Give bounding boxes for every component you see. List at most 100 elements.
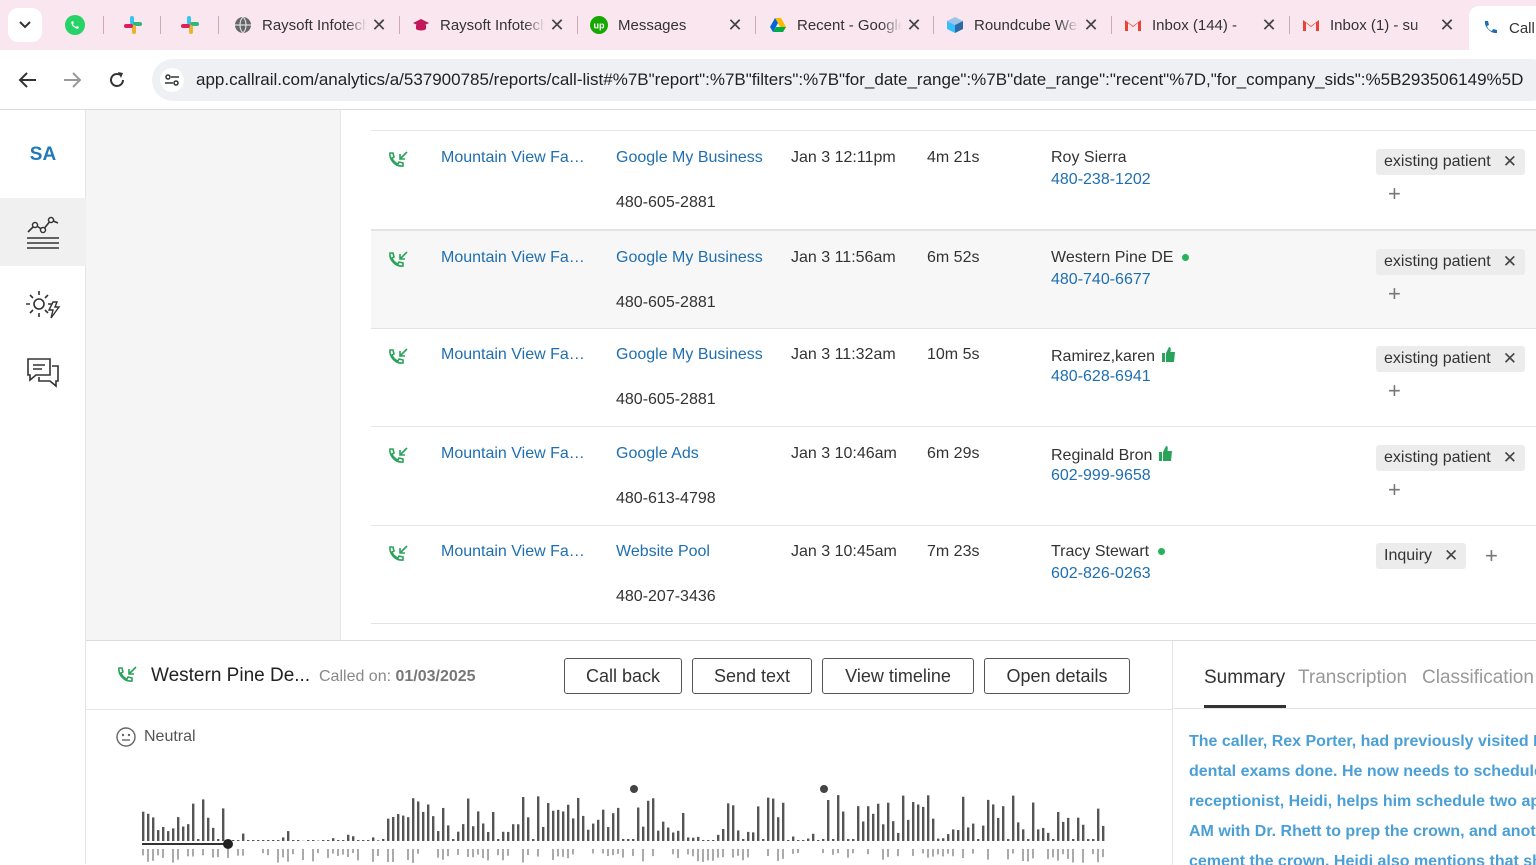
playhead-handle[interactable] [223, 839, 233, 849]
waveform-bar [602, 849, 604, 854]
waveform-bar [1022, 849, 1024, 861]
waveform-bar [1057, 849, 1059, 861]
add-tag-icon[interactable]: + [1388, 477, 1401, 503]
url-field[interactable]: app.callrail.com/analytics/a/537900785/r… [152, 59, 1536, 101]
close-tab-icon[interactable]: ✕ [1257, 15, 1281, 36]
caller-phone-link[interactable]: 602-999-9658 [1051, 467, 1151, 485]
source-link[interactable]: Google My Business [616, 346, 763, 364]
close-tab-icon[interactable]: ✕ [723, 15, 747, 36]
tab-search-button[interactable] [8, 8, 42, 42]
tag-label: existing patient [1384, 449, 1491, 467]
browser-tab[interactable]: Inbox (1) - su ✕ [1290, 6, 1465, 44]
table-row[interactable]: Mountain View Fa…Google My Business480-6… [371, 131, 1536, 230]
sidebar-item-settings[interactable] [0, 270, 86, 338]
waveform-bar [552, 811, 554, 841]
waveform-bar [272, 840, 274, 841]
account-initials[interactable]: SA [0, 144, 86, 166]
call-insights-pane: Summary Transcription Classification The… [1172, 641, 1536, 865]
browser-tab[interactable]: Inbox (144) - ✕ [1112, 6, 1287, 44]
add-tag-icon[interactable]: + [1388, 281, 1401, 307]
source-link[interactable]: Google My Business [616, 149, 763, 167]
company-link[interactable]: Mountain View Fa… [441, 445, 585, 463]
close-tab-icon[interactable]: ✕ [1435, 15, 1459, 36]
waveform-bar [867, 806, 869, 841]
waveform-bar [687, 837, 689, 841]
waveform-bar [1037, 829, 1039, 841]
call-back-button[interactable]: Call back [564, 658, 682, 694]
remove-tag-icon[interactable]: ✕ [1503, 152, 1517, 172]
waveform-bar [312, 849, 314, 861]
source-link[interactable]: Google Ads [616, 445, 699, 463]
table-row[interactable]: Mountain View Fa…Google Ads480-613-4798J… [371, 427, 1536, 526]
browser-tab[interactable]: Raysoft Infotech ✕ [222, 6, 397, 44]
reload-button[interactable] [101, 64, 133, 96]
waveform-bar [402, 816, 404, 841]
table-row[interactable]: Mountain View Fa…Google My Business480-6… [371, 230, 1536, 329]
company-link[interactable]: Mountain View Fa… [441, 149, 585, 167]
waveform-bar [887, 849, 889, 857]
waveform-bar [232, 840, 234, 841]
company-link[interactable]: Mountain View Fa… [441, 249, 585, 267]
waveform-bar [1097, 849, 1099, 862]
waveform-bar [937, 839, 939, 841]
caller-name-cell: Reginald Bron [1051, 445, 1173, 465]
close-tab-icon[interactable]: ✕ [902, 15, 926, 36]
tab-summary[interactable]: Summary [1204, 667, 1285, 689]
caller-phone-link[interactable]: 480-740-6677 [1051, 271, 1151, 289]
remove-tag-icon[interactable]: ✕ [1444, 546, 1458, 566]
waveform-bar [962, 797, 964, 841]
source-link[interactable]: Google My Business [616, 249, 763, 267]
remove-tag-icon[interactable]: ✕ [1503, 349, 1517, 369]
sidebar-item-analytics[interactable] [0, 198, 86, 266]
remove-tag-icon[interactable]: ✕ [1503, 448, 1517, 468]
waveform-bar [247, 840, 249, 841]
remove-tag-icon[interactable]: ✕ [1503, 252, 1517, 272]
close-tab-icon[interactable]: ✕ [545, 15, 569, 36]
tab-title: Messages [618, 17, 723, 34]
tag-chip: existing patient✕ [1376, 149, 1525, 175]
table-row[interactable]: Mountain View Fa… Google My Business 480-6… [371, 328, 1536, 427]
forward-button[interactable] [56, 64, 88, 96]
company-link[interactable]: Mountain View Fa… [441, 346, 585, 364]
waveform-bar [812, 834, 814, 841]
add-tag-icon[interactable]: + [1485, 543, 1498, 569]
close-tab-icon[interactable]: ✕ [1079, 15, 1103, 36]
waveform-bar [417, 849, 419, 854]
browser-tab-active[interactable]: Call [1469, 6, 1536, 50]
caller-name-cell: Ramirez,karen [1051, 346, 1176, 366]
company-link[interactable]: Mountain View Fa… [441, 543, 585, 561]
tab-title: Call [1509, 20, 1536, 37]
waveform-bar [497, 839, 499, 841]
audio-waveform[interactable] [142, 781, 1152, 865]
caller-phone-link[interactable]: 480-628-6941 [1051, 368, 1151, 386]
browser-tab[interactable]: up Messages ✕ [578, 6, 753, 44]
source-link[interactable]: Website Pool [616, 543, 710, 561]
add-tag-icon[interactable]: + [1388, 181, 1401, 207]
pinned-tab-slack-2[interactable] [177, 12, 203, 38]
table-row[interactable]: Mountain View Fa…Website Pool480-207-343… [371, 525, 1536, 624]
view-timeline-button[interactable]: View timeline [822, 658, 974, 694]
pinned-tab-slack[interactable] [120, 12, 146, 38]
add-tag-icon[interactable]: + [1388, 378, 1401, 404]
browser-tab[interactable]: Recent - Google Drive ✕ [757, 6, 932, 44]
send-text-button[interactable]: Send text [692, 658, 812, 694]
sidebar-item-conversations[interactable] [0, 338, 86, 406]
pinned-tab-whatsapp[interactable] [62, 12, 88, 38]
browser-tab[interactable]: Roundcube Webmail ✕ [934, 6, 1109, 44]
waveform-bar [267, 849, 269, 855]
waveform-bar [707, 849, 709, 860]
caller-name: Reginald Bron [1051, 447, 1152, 464]
open-details-button[interactable]: Open details [984, 658, 1130, 694]
waveform-bar [577, 798, 579, 841]
back-button[interactable] [12, 64, 44, 96]
tab-classification[interactable]: Classification [1422, 667, 1534, 689]
caller-phone-link[interactable]: 602-826-0263 [1051, 565, 1151, 583]
callrail-icon [1481, 19, 1499, 37]
waveform-bar [937, 849, 939, 854]
tab-transcription[interactable]: Transcription [1298, 667, 1407, 689]
table-row[interactable]: 480-605-2881 [371, 110, 1536, 131]
caller-phone-link[interactable]: 480-238-1202 [1051, 171, 1151, 189]
close-tab-icon[interactable]: ✕ [367, 15, 391, 36]
site-info-icon[interactable] [160, 68, 184, 92]
browser-tab[interactable]: Raysoft Infotech ✕ [400, 6, 575, 44]
